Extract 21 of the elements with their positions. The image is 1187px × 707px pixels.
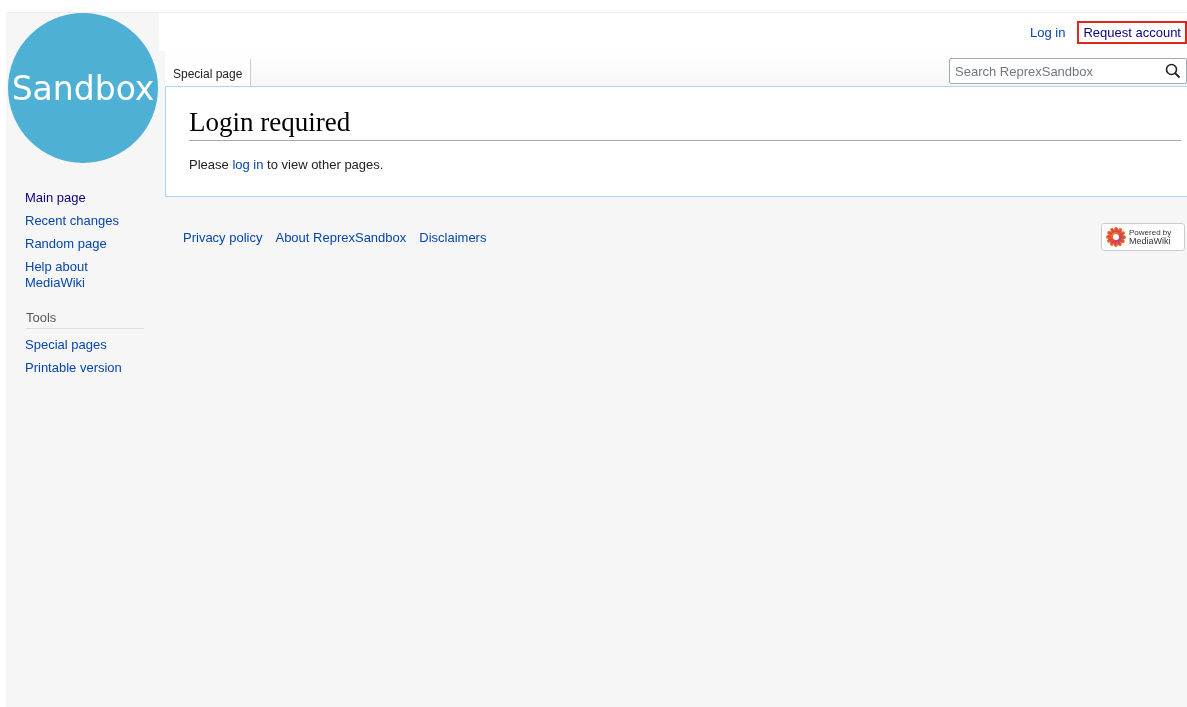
footer-link[interactable]: About ReprexSandbox (275, 229, 407, 245)
page-title: Login required (189, 107, 1181, 141)
footer-link[interactable]: Disclaimers (419, 229, 487, 245)
nav-link[interactable]: Printable version (25, 360, 125, 376)
flower-icon (1106, 227, 1126, 247)
search-field[interactable]: Search ReprexSandbox (949, 58, 1187, 84)
personal-link[interactable]: Log in (1026, 22, 1070, 42)
badge-text: Powered by MediaWiki (1129, 228, 1172, 246)
nav-link[interactable]: Special pages (25, 337, 125, 353)
search-icon[interactable] (1165, 63, 1181, 79)
powered-by-badge[interactable]: Powered by MediaWiki (1101, 223, 1185, 251)
nav-link[interactable]: Main page (25, 190, 125, 206)
nav-link[interactable]: Random page (25, 236, 125, 252)
nav-link[interactable]: Recent changes (25, 213, 125, 229)
footer-link[interactable]: Privacy policy (183, 229, 263, 245)
personal-link[interactable]: Request account (1077, 20, 1187, 44)
tools-heading: Tools (26, 310, 144, 329)
login-link[interactable]: log in (232, 157, 264, 172)
nav-link[interactable]: Help about MediaWiki (25, 259, 125, 291)
body-text: Please log in to view other pages. (189, 157, 385, 172)
tab[interactable]: Special page (165, 59, 252, 86)
